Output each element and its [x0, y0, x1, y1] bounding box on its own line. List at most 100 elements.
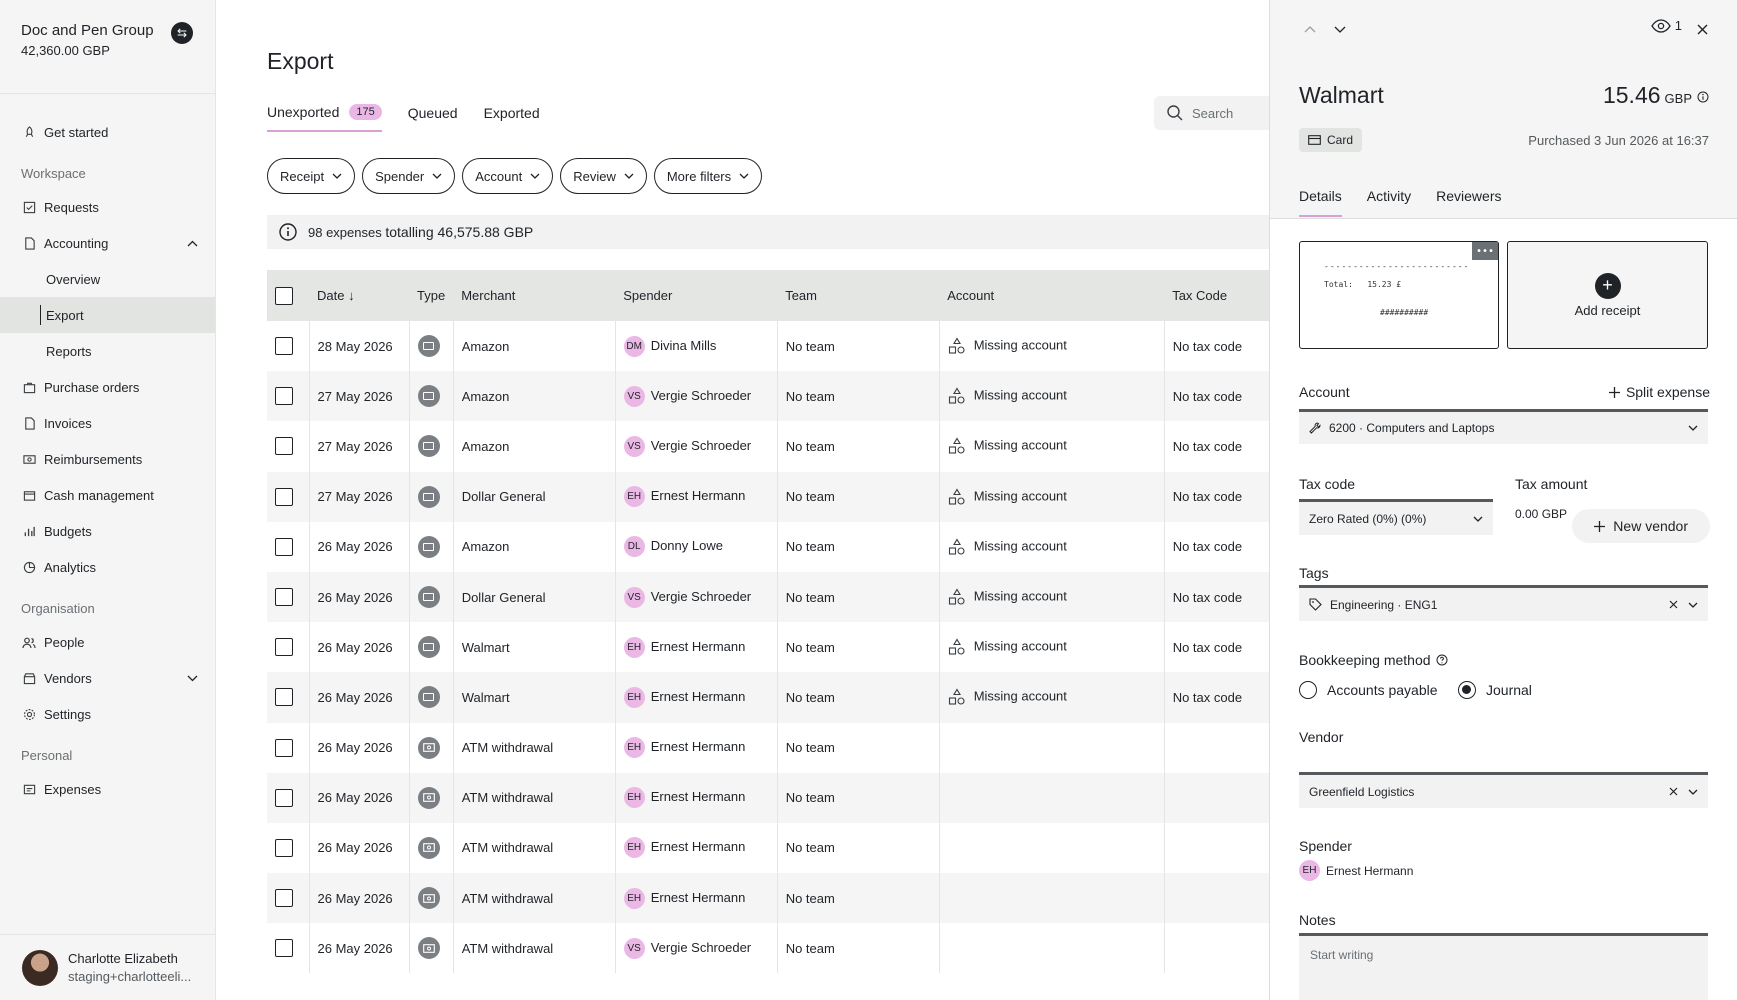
receipt-thumbnail[interactable]: ------------------------- Total: 15.23 £… — [1299, 241, 1499, 349]
panel-merchant: Walmart — [1299, 82, 1384, 108]
row-checkbox[interactable] — [275, 437, 293, 456]
table-row[interactable]: 27 May 2026 Dollar General EH Ernest Herman… — [267, 471, 1269, 522]
tab-exported[interactable]: Exported — [484, 104, 540, 132]
row-checkbox[interactable] — [275, 638, 293, 657]
info-icon[interactable] — [1697, 91, 1709, 103]
filter-spender[interactable]: Spender — [362, 158, 456, 194]
row-checkbox[interactable] — [275, 588, 293, 607]
row-checkbox[interactable] — [275, 537, 293, 556]
cell-team: No team — [777, 822, 940, 874]
clear-icon[interactable] — [1669, 600, 1678, 609]
table-row[interactable]: 26 May 2026 Dollar General VS Vergie Schroe… — [267, 571, 1269, 623]
sidebar-subitem-export[interactable]: Export — [0, 297, 215, 333]
filter-label: Review — [573, 168, 616, 184]
sidebar-item-get-started[interactable]: Get started — [0, 114, 215, 150]
tab-reviewers[interactable]: Reviewers — [1436, 188, 1501, 217]
add-receipt-button[interactable]: + Add receipt — [1507, 241, 1708, 349]
cash-icon — [22, 452, 36, 466]
filter-more[interactable]: More filters — [653, 158, 763, 194]
chevron-down-icon[interactable] — [185, 671, 199, 685]
help-icon[interactable] — [1436, 654, 1448, 666]
header-date[interactable]: Date ↓ — [309, 270, 409, 321]
org-switcher[interactable]: Doc and Pen Group 42,360.00 GBP ⇆ — [0, 0, 215, 94]
table-row[interactable]: 26 May 2026 Walmart EH Ernest Hermann No tea… — [267, 672, 1269, 723]
option-journal[interactable]: Journal — [1458, 681, 1532, 699]
tags-select[interactable]: Engineering · ENG1 — [1299, 585, 1708, 621]
summary-total: totalling 46,575.88 GBP — [385, 224, 534, 240]
sidebar-subitem-reports[interactable]: Reports — [0, 333, 215, 369]
table-row[interactable]: 26 May 2026 Amazon DL Donny Lowe No team Miss… — [267, 521, 1269, 572]
sort-down-icon: ↓ — [348, 288, 355, 303]
table-row[interactable]: 26 May 2026 ATM withdrawal EH Ernest Herman… — [267, 722, 1269, 773]
chevron-up-icon[interactable] — [185, 236, 199, 250]
vendor-select[interactable]: Greenfield Logistics — [1299, 772, 1708, 808]
tab-queued[interactable]: Queued — [408, 104, 458, 132]
sidebar-item-reimbursements[interactable]: Reimbursements — [0, 441, 215, 477]
row-checkbox[interactable] — [275, 688, 293, 707]
tax-code-select[interactable]: Zero Rated (0%) (0%) — [1299, 499, 1493, 535]
sidebar-item-people[interactable]: People — [0, 624, 215, 660]
cell-date: 26 May 2026 — [309, 722, 410, 773]
filter-review[interactable]: Review — [560, 158, 647, 194]
new-vendor-button[interactable]: New vendor — [1572, 509, 1710, 543]
select-all-checkbox[interactable] — [275, 286, 293, 305]
sidebar-subitem-overview[interactable]: Overview — [0, 261, 215, 297]
radio-accounts-payable[interactable] — [1299, 681, 1317, 699]
table-row[interactable]: 27 May 2026 Amazon VS Vergie Schroeder No te… — [267, 371, 1269, 422]
viewers-indicator[interactable]: 1 — [1650, 18, 1682, 33]
switch-org-icon[interactable]: ⇆ — [171, 22, 193, 44]
row-checkbox[interactable] — [275, 487, 293, 506]
sidebar-item-invoices[interactable]: Invoices — [0, 405, 215, 441]
chevron-down-icon[interactable] — [1688, 602, 1698, 608]
sidebar-item-vendors[interactable]: Vendors — [0, 660, 215, 696]
filter-receipt[interactable]: Receipt — [267, 158, 356, 194]
tab-details[interactable]: Details — [1299, 188, 1342, 217]
search-input[interactable]: Search — [1154, 96, 1269, 130]
more-options-icon[interactable]: ••• — [1472, 242, 1498, 260]
user-menu[interactable]: Charlotte Elizabeth staging+charlotteeli… — [0, 934, 216, 1000]
option-accounts-payable[interactable]: Accounts payable — [1299, 681, 1438, 699]
row-checkbox[interactable] — [275, 788, 293, 807]
account-select[interactable]: 6200 · Computers and Laptops — [1299, 409, 1708, 444]
table-row[interactable]: 26 May 2026 ATM withdrawal EH Ernest Herman… — [267, 822, 1269, 874]
chevron-down-icon[interactable] — [1688, 789, 1698, 795]
cell-account: Missing account — [939, 371, 1165, 422]
table-row[interactable]: 26 May 2026 Walmart EH Ernest Hermann No tea… — [267, 622, 1269, 673]
split-expense-button[interactable]: Split expense — [1608, 384, 1710, 400]
table-row[interactable]: 26 May 2026 ATM withdrawal EH Ernest Herman… — [267, 772, 1269, 823]
next-expense-icon[interactable] — [1329, 18, 1351, 40]
row-checkbox[interactable] — [275, 738, 293, 757]
sidebar-item-analytics[interactable]: Analytics — [0, 549, 215, 585]
table-row[interactable]: 26 May 2026 ATM withdrawal VS Vergie Schroe… — [267, 923, 1269, 974]
sidebar-item-requests[interactable]: Requests — [0, 189, 215, 225]
row-select-cell — [267, 622, 310, 673]
spender-name: Ernest Hermann — [650, 839, 746, 855]
tab-unexported[interactable]: Unexported 175 — [267, 104, 382, 132]
row-checkbox[interactable] — [275, 337, 293, 356]
table-row[interactable]: 26 May 2026 ATM withdrawal EH Ernest Herman… — [267, 873, 1269, 924]
notes-textarea[interactable]: Start writing — [1299, 933, 1708, 1000]
close-icon[interactable] — [1691, 18, 1713, 40]
table-row[interactable]: 28 May 2026 Amazon DM Divina Mills No team Mi… — [267, 321, 1269, 372]
row-checkbox[interactable] — [275, 838, 293, 857]
sidebar-item-settings[interactable]: Settings — [0, 696, 215, 732]
cell-merchant: ATM withdrawal — [453, 822, 616, 874]
previous-expense-icon[interactable] — [1299, 18, 1321, 40]
cell-type — [409, 873, 454, 924]
sidebar-item-budgets[interactable]: Budgets — [0, 513, 215, 549]
sidebar-item-purchase-orders[interactable]: Purchase orders — [0, 369, 215, 405]
section-personal: Personal — [21, 748, 73, 763]
row-checkbox[interactable] — [275, 939, 293, 958]
sidebar-item-cash-management[interactable]: Cash management — [0, 477, 215, 513]
tab-activity[interactable]: Activity — [1367, 188, 1411, 217]
cell-date: 26 May 2026 — [309, 822, 410, 874]
row-checkbox[interactable] — [275, 889, 293, 908]
sidebar-item-expenses[interactable]: Expenses — [0, 771, 215, 807]
table-row[interactable]: 27 May 2026 Amazon VS Vergie Schroeder No te… — [267, 421, 1269, 472]
clear-icon[interactable] — [1669, 787, 1678, 796]
radio-journal[interactable] — [1458, 681, 1476, 699]
row-checkbox[interactable] — [275, 387, 293, 406]
cell-tax-code: No tax code — [1172, 639, 1243, 655]
sidebar-item-accounting[interactable]: Accounting — [0, 225, 215, 261]
filter-account[interactable]: Account — [462, 158, 554, 194]
